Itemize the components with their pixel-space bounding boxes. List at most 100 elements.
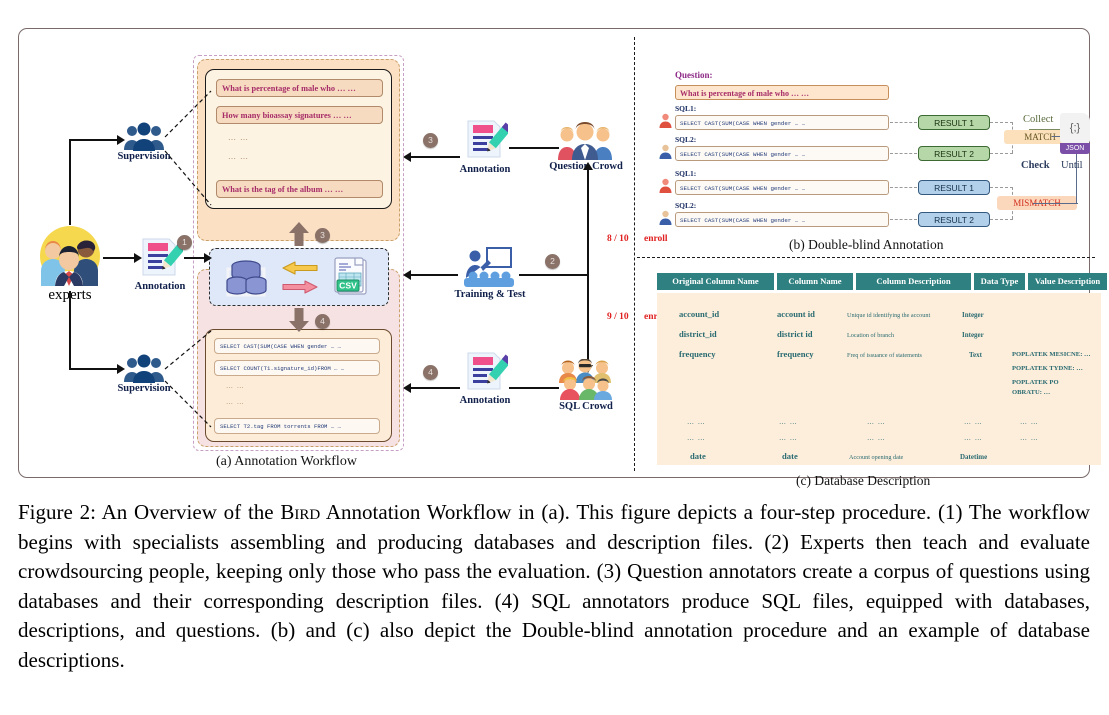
panel-a-caption: (a) Annotation Workflow [216,454,357,469]
csv-badge-text: CSV [339,280,357,290]
arrowhead [204,253,212,263]
annotation-label-top: Annotation [459,164,511,175]
arrowhead [403,383,411,393]
sql-crowd-icon [559,359,612,400]
supervision-guides-top [164,90,212,206]
annotator-blue-icon [659,144,672,159]
arrow-db-to-training [408,274,458,276]
check-label: Check [1021,160,1050,171]
panel-divider [634,37,635,471]
routing-line-mismatch [1033,203,1078,205]
table-cell-type: … … [964,418,983,426]
question-item: What is the tag of the album … … [216,180,383,198]
arrowhead [403,270,411,280]
until-label: Until [1061,160,1083,171]
step-badge-2: 2 [545,254,560,269]
question-ellipsis: … … [228,152,249,161]
collect-label: Collect [1023,114,1054,125]
table-cell-original: … … [687,434,706,442]
connector [990,122,1013,123]
step-badge-4: 4 [423,365,438,380]
sql-text-b2: SELECT CAST(SUM(CASE WHEN gender … … [675,212,889,227]
figure-frame: What is percentage of male who … … How m… [18,28,1107,488]
table-cell-original: date [690,451,706,461]
arrowhead [583,162,593,170]
fat-arrow-up-icon [289,222,309,246]
table-cell-value-line: POPLATEK MESICNE: … [1012,351,1091,358]
table-cell-original: frequency [679,349,716,359]
caption-part-1: Figure 2: An Overview of the [18,500,281,524]
connector [990,153,1013,154]
table-cell-desc: Account opening date [849,454,904,461]
connector [990,187,1013,188]
csv-file-icon: CSV [334,257,367,295]
sql1-label-a: SQL1: [675,104,697,113]
table-header-cell: Original Column Name [657,273,774,290]
table-header-cell: Column Description [856,273,971,290]
connector [990,219,1013,220]
table-cell-name: … … [779,418,798,426]
arrow-to-supervision-top [69,139,119,141]
table-cell-value: … … [1020,418,1039,426]
question-item: How many bioassay signatures … … [216,106,383,124]
caption-bird-smallcaps: Bird [280,500,321,524]
annotation-icon-bottom [467,352,508,390]
table-cell-name: district id [777,329,813,339]
table-header-row: Original Column Name Column Name Column … [657,273,1107,290]
arrow-experts-up [69,139,71,225]
table-header-cell: Data Type [974,273,1025,290]
experts-icon [40,226,100,286]
question-item: What is percentage of male who … … [216,79,383,97]
arrowhead [403,152,411,162]
table-cell-original: account_id [679,309,720,319]
table-cell-original: district_id [679,329,717,339]
table-header-cell: Value Description [1028,273,1107,290]
table-cell-desc: … … [867,434,886,442]
arrow-experts-to-annotation [103,257,135,259]
sql-ellipsis: … … [226,382,245,390]
sql2-label-a: SQL2: [675,135,697,144]
table-cell-type: Integer [962,331,984,339]
annotator-red-icon-2 [659,178,672,193]
result-box-3: RESULT 1 [918,180,990,195]
step-badge-3b: 3 [315,228,330,243]
arrow-down-to-sql-crowd [587,274,589,366]
panel-b-caption: (b) Double-blind Annotation [789,237,944,252]
result-box-1: RESULT 1 [918,115,990,130]
table-cell-value-line: OBRATU: … [1012,389,1051,396]
question-crowd-icon [558,122,612,160]
database-description-table: Original Column Name Column Name Column … [657,273,1107,465]
enroll-ratio-bottom: 9 / 10 [607,312,629,322]
table-cell-original: … … [687,418,706,426]
arrow-step4 [408,387,460,389]
json-file-icon: {;} [1060,113,1090,143]
arrow-training-to-split [519,274,589,276]
arrow-to-supervision-bottom [69,368,119,370]
sql-text-b1: SELECT CAST(SUM(CASE WHEN gender … … [675,180,889,195]
database-csv-box: CSV [209,248,389,306]
arrow-sqlcrowd-to-annotation [509,387,559,389]
annotation-icon-top [467,120,508,158]
arrow-right-pink-icon [282,280,318,294]
result-box-2: RESULT 2 [918,146,990,161]
annotation-label-bottom: Annotation [459,395,511,406]
figure-caption: Figure 2: An Overview of the Bird Annota… [18,498,1090,675]
enroll-label-top: enroll [644,234,668,244]
step-badge-1: 1 [177,235,192,250]
panel-c-caption: (c) Database Description [796,473,931,488]
arrow-up-to-question-crowd [587,169,589,275]
table-cell-type: Integer [962,311,984,319]
connector [890,187,917,188]
question-label: Question: [675,70,713,80]
table-cell-name: frequency [777,349,814,359]
table-cell-value-line: POPLATEK TYDNE: … [1012,365,1083,372]
arrowhead [134,253,142,263]
annotator-red-icon [659,113,672,128]
table-cell-name: date [782,451,798,461]
training-test-icon [464,247,514,287]
table-cell-name: account id [777,309,815,319]
arrow-step3 [408,156,460,158]
sql-text-a1: SELECT CAST(SUM(CASE WHEN gender … … [675,115,889,130]
training-test-label: Training & Test [454,289,526,300]
table-header-cell: Column Name [777,273,853,290]
